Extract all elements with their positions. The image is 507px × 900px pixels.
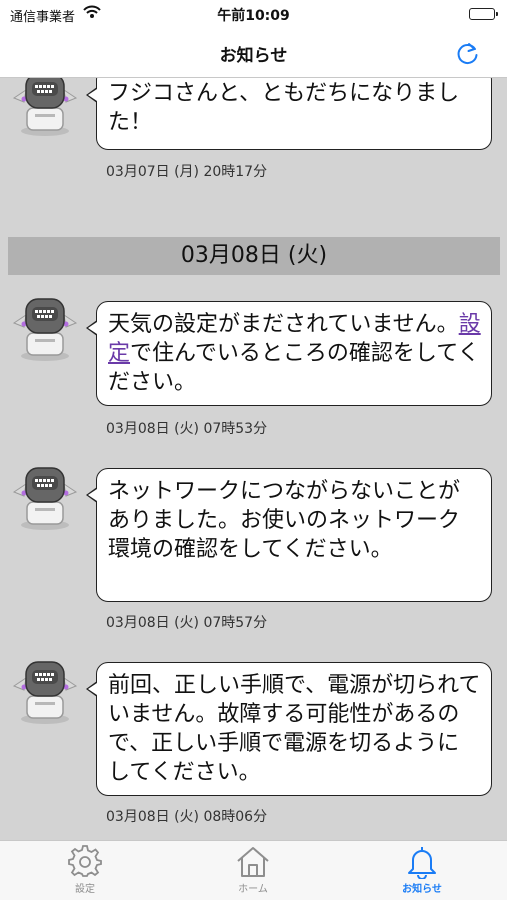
message-timestamp: 03月08日 (火) 07時53分	[106, 421, 268, 437]
message-bubble: 天気の設定がまだされていません。設定で住んでいるところの確認をしてください。	[86, 301, 492, 406]
gear-icon	[68, 845, 102, 877]
robot-avatar-icon	[10, 78, 80, 138]
message-text: 前回、正しい手順で、電源が切られていません。故障する可能性があるので、正しい手順…	[108, 673, 481, 785]
status-time: 午前10:09	[217, 8, 290, 24]
message-timestamp: 03月08日 (火) 07時57分	[106, 615, 268, 631]
robot-avatar-icon	[10, 656, 80, 726]
robot-avatar-icon	[10, 462, 80, 532]
message-bubble: フジコさんと、ともだちになりました！	[86, 78, 492, 150]
tab-settings[interactable]: 設定	[30, 845, 140, 899]
robot-avatar-icon	[10, 293, 80, 363]
message-timestamp: 03月08日 (火) 08時06分	[106, 809, 268, 825]
tab-settings-label: 設定	[75, 884, 95, 895]
page-title: お知らせ	[219, 46, 288, 66]
message-text: ネットワークにつながらないことがありました。お使いのネットワーク環境の確認をして…	[108, 479, 461, 562]
message-text: フジコさんと、ともだちになりました！	[108, 81, 460, 135]
tab-notifications-label: お知らせ	[402, 884, 442, 895]
refresh-icon	[457, 43, 478, 64]
message-bubble: ネットワークにつながらないことがありました。お使いのネットワーク環境の確認をして…	[86, 468, 492, 602]
date-header: 03月08日 (火)	[8, 237, 500, 275]
refresh-button[interactable]	[453, 38, 483, 68]
battery-icon	[469, 8, 498, 20]
navigation-bar: お知らせ	[0, 28, 507, 78]
message-timestamp: 03月07日 (月) 20時17分	[106, 164, 268, 180]
status-bar: 通信事業者 午前10:09	[0, 0, 507, 28]
message-text: で住んでいるところの確認をしてください。	[108, 341, 480, 395]
tab-home[interactable]: ホーム	[198, 845, 308, 899]
tab-home-label: ホーム	[238, 884, 268, 895]
notification-feed[interactable]: フジコさんと、ともだちになりました！ 03月07日 (月) 20時17分 03月…	[0, 78, 507, 840]
message-text: 天気の設定がまだされていません。	[108, 312, 459, 337]
home-icon	[237, 847, 269, 877]
bell-icon	[408, 847, 436, 879]
tab-notifications[interactable]: お知らせ	[367, 845, 477, 899]
message-bubble: 前回、正しい手順で、電源が切られていません。故障する可能性があるので、正しい手順…	[86, 662, 492, 796]
tab-bar: 設定 ホーム お知らせ	[0, 840, 507, 900]
